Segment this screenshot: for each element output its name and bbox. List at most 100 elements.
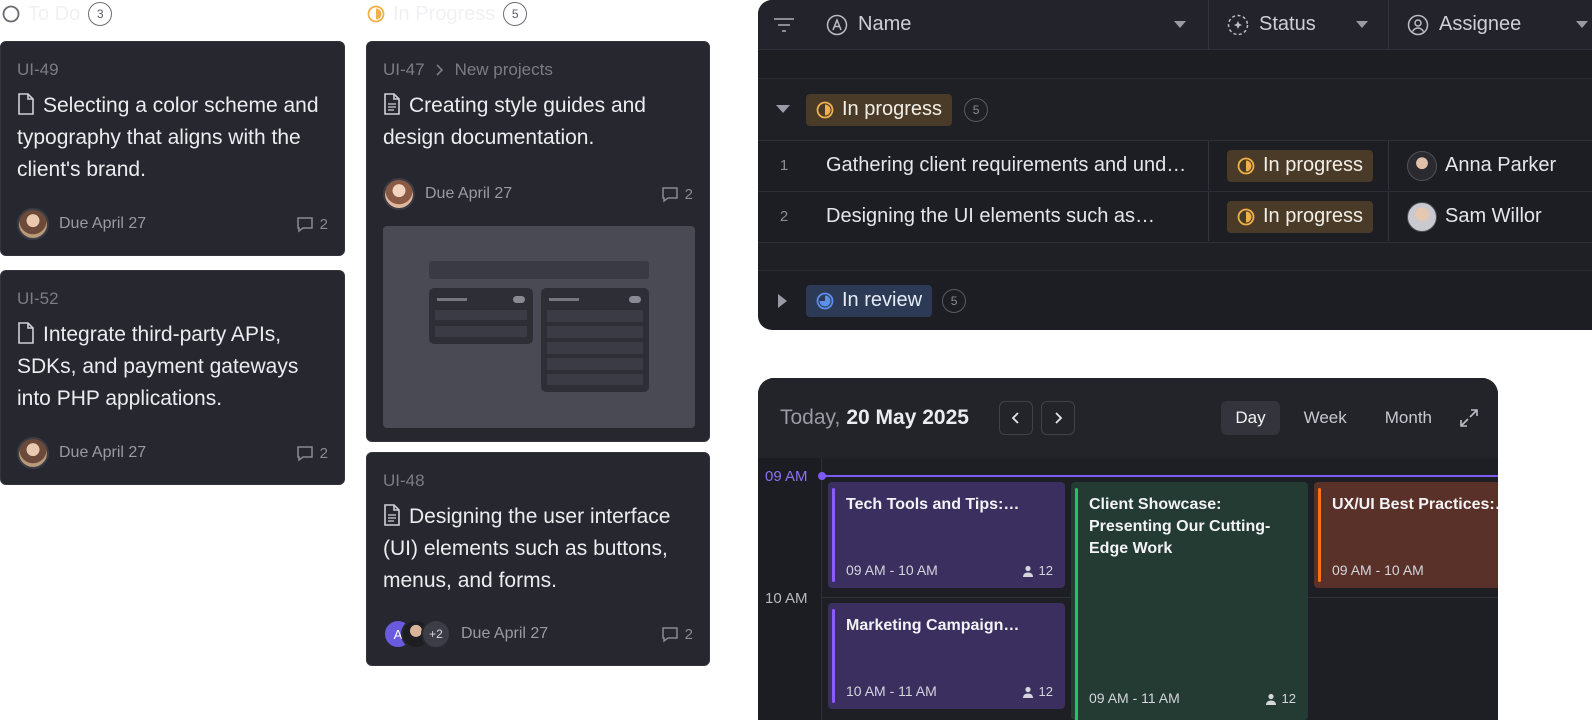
- calendar-event[interactable]: UX/UI Best Practices:… 09 AM - 10 AM: [1314, 482, 1498, 588]
- next-day-button[interactable]: [1040, 401, 1075, 435]
- status-chip: In progress: [1227, 200, 1374, 233]
- calendar-event[interactable]: Tech Tools and Tips:… 09 AM - 10 AM 12: [828, 482, 1065, 588]
- task-table: Name Status Assignee In progress 5 1 Gat…: [758, 0, 1592, 330]
- task-card[interactable]: UI-52 Integrate third-party APIs, SDKs, …: [0, 270, 345, 485]
- caret-down-icon[interactable]: [1576, 20, 1588, 29]
- comments-count[interactable]: 2: [661, 626, 693, 643]
- event-color-bar: [832, 609, 835, 703]
- avatar[interactable]: [17, 208, 49, 240]
- in-progress-icon: [1237, 157, 1255, 174]
- task-card[interactable]: UI-47 New projects Creating style guides…: [366, 41, 710, 442]
- calendar-event[interactable]: Client Showcase: Presenting Our Cutting-…: [1071, 482, 1308, 720]
- view-day-button[interactable]: Day: [1221, 401, 1280, 435]
- task-title-row: Creating style guides and design documen…: [383, 90, 693, 154]
- event-color-bar: [832, 488, 835, 582]
- task-id: UI-48: [383, 471, 425, 490]
- attendee-count: 12: [1038, 684, 1053, 699]
- status-dashed-circle-icon: [1227, 14, 1249, 35]
- event-title: Marketing Campaign…: [846, 617, 1020, 634]
- row-assignee-cell[interactable]: Sam Willor: [1388, 192, 1592, 241]
- row-assignee-cell[interactable]: Anna Parker: [1388, 141, 1592, 190]
- row-number: 2: [779, 208, 789, 225]
- task-title: Designing the user interface (UI) elemen…: [383, 505, 671, 592]
- event-time: 09 AM - 10 AM: [846, 562, 938, 578]
- document-icon: [18, 322, 34, 344]
- expand-icon[interactable]: [1460, 409, 1478, 427]
- due-date: Due April 27: [59, 215, 147, 232]
- preview-panel-tuesday: [541, 288, 649, 392]
- avatar-group[interactable]: A +2: [383, 619, 451, 649]
- task-id: UI-47: [383, 60, 425, 79]
- current-time-dot: [818, 472, 826, 480]
- column-status[interactable]: Status: [1208, 0, 1388, 49]
- calendar-date: 20 May 2025: [846, 406, 969, 429]
- task-meta: A +2 Due April 27 2: [383, 619, 693, 649]
- document-icon: [384, 504, 400, 526]
- attendee-count: 12: [1281, 691, 1296, 706]
- group-count-badge: 5: [942, 288, 967, 313]
- assignee-name: Sam Willor: [1445, 205, 1542, 227]
- group-spacer: [758, 242, 1592, 270]
- preview-panel-monday: [429, 288, 533, 344]
- table-row[interactable]: 1 Gathering client requirements and und……: [758, 140, 1592, 190]
- letter-a-icon: [826, 14, 848, 35]
- group-status-label: In progress: [842, 98, 943, 120]
- event-attendees: 12: [1022, 684, 1053, 699]
- caret-down-icon[interactable]: [1174, 20, 1186, 29]
- attendee-count: 12: [1038, 563, 1053, 578]
- comments-number: 2: [684, 625, 693, 643]
- circle-outline-icon: [2, 5, 20, 23]
- task-card[interactable]: UI-49 Selecting a color scheme and typog…: [0, 41, 345, 256]
- task-breadcrumb: UI-47 New projects: [383, 60, 693, 80]
- caret-down-icon[interactable]: [1356, 20, 1368, 29]
- task-title-row: Designing the user interface (UI) elemen…: [383, 501, 693, 597]
- column-assignee[interactable]: Assignee: [1388, 0, 1592, 49]
- time-gutter: [758, 458, 822, 720]
- row-name[interactable]: Gathering client requirements and und…: [810, 154, 1208, 177]
- more-assignees-badge: +2: [421, 619, 451, 649]
- task-meta: Due April 27 2: [383, 178, 693, 210]
- event-color-bar: [1318, 488, 1321, 582]
- avatar[interactable]: [17, 437, 49, 469]
- column-name[interactable]: Name: [810, 0, 1208, 49]
- group-header-in-review[interactable]: In review 5: [758, 270, 1592, 330]
- view-week-button[interactable]: Week: [1290, 401, 1361, 435]
- row-status-cell[interactable]: In progress: [1208, 192, 1388, 241]
- user-icon: [1022, 565, 1033, 577]
- calendar-event[interactable]: Marketing Campaign… 10 AM - 11 AM 12: [828, 603, 1065, 709]
- event-attendees: 12: [1265, 691, 1296, 706]
- document-icon: [18, 93, 34, 115]
- comments-number: 2: [684, 185, 693, 203]
- row-status-cell[interactable]: In progress: [1208, 141, 1388, 190]
- assignee-name: Anna Parker: [1445, 154, 1557, 176]
- task-card[interactable]: UI-48 Designing the user interface (UI) …: [366, 452, 710, 666]
- table-header: Name Status Assignee: [758, 0, 1592, 50]
- attachment-preview[interactable]: [383, 226, 695, 428]
- column-header-todo: To Do 3: [2, 0, 113, 28]
- project-link[interactable]: New projects: [455, 60, 553, 80]
- row-name[interactable]: Designing the UI elements such as…: [810, 205, 1208, 228]
- avatar: [1407, 201, 1437, 232]
- status-label: In progress: [1263, 205, 1364, 227]
- chevron-left-icon: [1011, 412, 1019, 424]
- time-label: 09 AM: [765, 468, 808, 485]
- comments-count[interactable]: 2: [296, 216, 328, 233]
- caret-right-icon[interactable]: [778, 293, 788, 308]
- avatar[interactable]: [383, 178, 415, 210]
- column-status-label: Status: [1259, 13, 1316, 35]
- table-row[interactable]: 2 Designing the UI elements such as… In …: [758, 191, 1592, 241]
- current-time-line: [822, 475, 1498, 477]
- view-month-button[interactable]: Month: [1371, 401, 1446, 435]
- half-circle-icon: [367, 5, 385, 23]
- in-progress-icon: [1237, 208, 1255, 225]
- group-header-in-progress[interactable]: In progress 5: [758, 78, 1592, 140]
- caret-down-icon[interactable]: [776, 104, 790, 115]
- task-title: Creating style guides and design documen…: [383, 94, 646, 149]
- avatar: [1407, 150, 1437, 181]
- filter-icon[interactable]: [773, 17, 795, 33]
- comments-count[interactable]: 2: [661, 186, 693, 203]
- comments-count[interactable]: 2: [296, 445, 328, 462]
- due-date: Due April 27: [59, 444, 147, 461]
- prev-day-button[interactable]: [998, 401, 1033, 435]
- in-progress-icon: [816, 101, 834, 118]
